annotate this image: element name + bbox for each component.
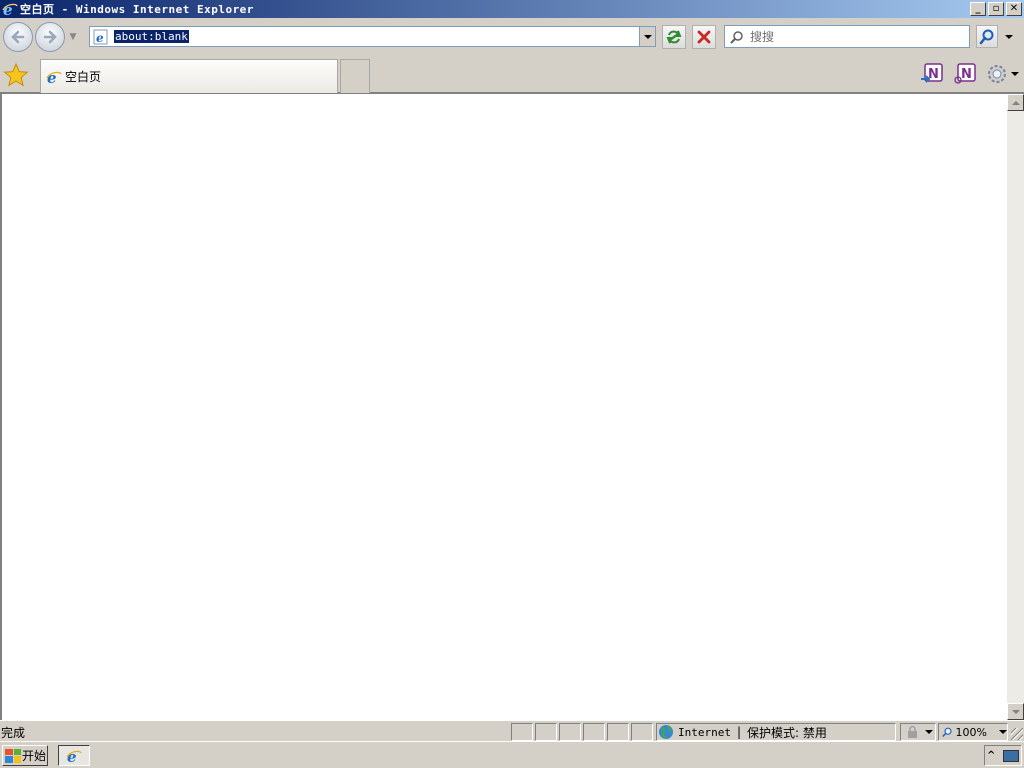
browser-window: e 空白页 - Windows Internet Explorer _ ▫ ✕ … [0,0,1024,741]
svg-text:e: e [47,69,57,85]
status-bar: 完成 Internet | 保护模式: 禁用 100% [0,720,1024,741]
back-button[interactable] [3,22,33,52]
chevron-down-icon [924,730,933,734]
status-pane [607,723,629,741]
chevron-down-icon: ▼ [69,32,77,42]
globe-icon [658,724,674,740]
taskbar-ie-button[interactable]: e [58,745,90,766]
start-label: 开始 [22,749,47,763]
search-button[interactable] [976,25,998,48]
vertical-scrollbar[interactable] [1007,94,1024,720]
close-button[interactable]: ✕ [1006,2,1022,16]
svg-text:N: N [961,67,972,82]
onenote-send-icon: N [921,63,943,83]
ie-icon: e [46,69,62,85]
refresh-button[interactable] [662,25,686,49]
onenote-send-button[interactable]: N [920,63,944,85]
resize-grip[interactable] [1011,728,1023,740]
address-bar[interactable]: e about:blank [89,26,656,47]
zoom-icon [942,727,952,738]
window-title: 空白页 - Windows Internet Explorer [20,3,254,16]
chevron-down-icon [999,730,1007,734]
scroll-down-button[interactable] [1007,703,1024,720]
monitor-icon[interactable] [1003,749,1019,762]
back-arrow-icon [11,30,25,44]
security-zone[interactable]: Internet | 保护模式: 禁用 [656,723,896,741]
status-pane [535,723,557,741]
forward-button[interactable] [35,22,65,52]
chevron-down-icon [1005,34,1013,39]
search-box[interactable]: 搜搜 [724,25,970,48]
search-icon [979,29,994,44]
start-button[interactable]: 开始 [2,745,48,766]
address-dropdown-button[interactable] [639,27,655,46]
new-tab-button[interactable] [340,59,370,93]
ie-icon: e [2,1,18,17]
system-tray: ^ [984,745,1022,766]
recent-pages-button[interactable]: ▼ [66,32,80,42]
refresh-icon [666,30,682,44]
arrow-down-icon [1011,709,1020,714]
scroll-up-button[interactable] [1007,94,1024,111]
tab-blank-page[interactable]: e 空白页 [40,59,338,93]
favorites-button[interactable] [3,62,29,87]
security-status-button[interactable] [900,723,936,741]
stop-icon [697,30,711,44]
title-bar[interactable]: e 空白页 - Windows Internet Explorer _ ▫ ✕ [0,0,1024,18]
search-provider-icon [730,30,744,44]
ie-icon: e [66,748,82,764]
chevron-down-icon [1011,72,1019,76]
arrow-up-icon [1011,100,1020,105]
star-icon [3,62,29,87]
search-options-button[interactable] [1000,25,1018,48]
forward-arrow-icon [43,30,57,44]
minimize-button[interactable]: _ [970,2,986,16]
tab-label: 空白页 [65,70,102,84]
divider: | [736,725,742,739]
status-pane [511,723,533,741]
tray-expand-button[interactable]: ^ [987,750,995,761]
svg-text:e: e [67,748,77,764]
stop-button[interactable] [692,25,716,49]
svg-text:e: e [3,1,13,17]
tab-bar: e 空白页 N N [0,56,1024,93]
maximize-button[interactable]: ▫ [988,2,1004,16]
status-pane [631,723,653,741]
tools-button[interactable] [985,62,1019,86]
lock-icon [907,725,917,738]
svg-text:e: e [96,31,104,45]
status-text: 完成 [1,726,26,740]
gear-icon [988,65,1006,83]
search-input[interactable]: 搜搜 [750,28,774,45]
chevron-down-icon [643,34,652,39]
page-icon: e [93,29,109,45]
onenote-linked-icon: N [954,63,976,84]
zone-label: Internet [678,725,731,739]
protected-mode-label: 保护模式: 禁用 [747,725,827,740]
page-content[interactable] [0,93,1024,720]
address-input[interactable]: about:blank [114,30,189,43]
zoom-control[interactable]: 100% [938,723,1008,741]
windows-logo-icon [5,748,21,763]
status-pane [559,723,581,741]
navigation-bar: ▼ e about:blank 搜搜 [0,18,1024,56]
taskbar: 开始 e ^ [0,741,1024,768]
zoom-level: 100% [955,725,987,739]
onenote-linked-button[interactable]: N [953,63,977,85]
status-pane [583,723,605,741]
